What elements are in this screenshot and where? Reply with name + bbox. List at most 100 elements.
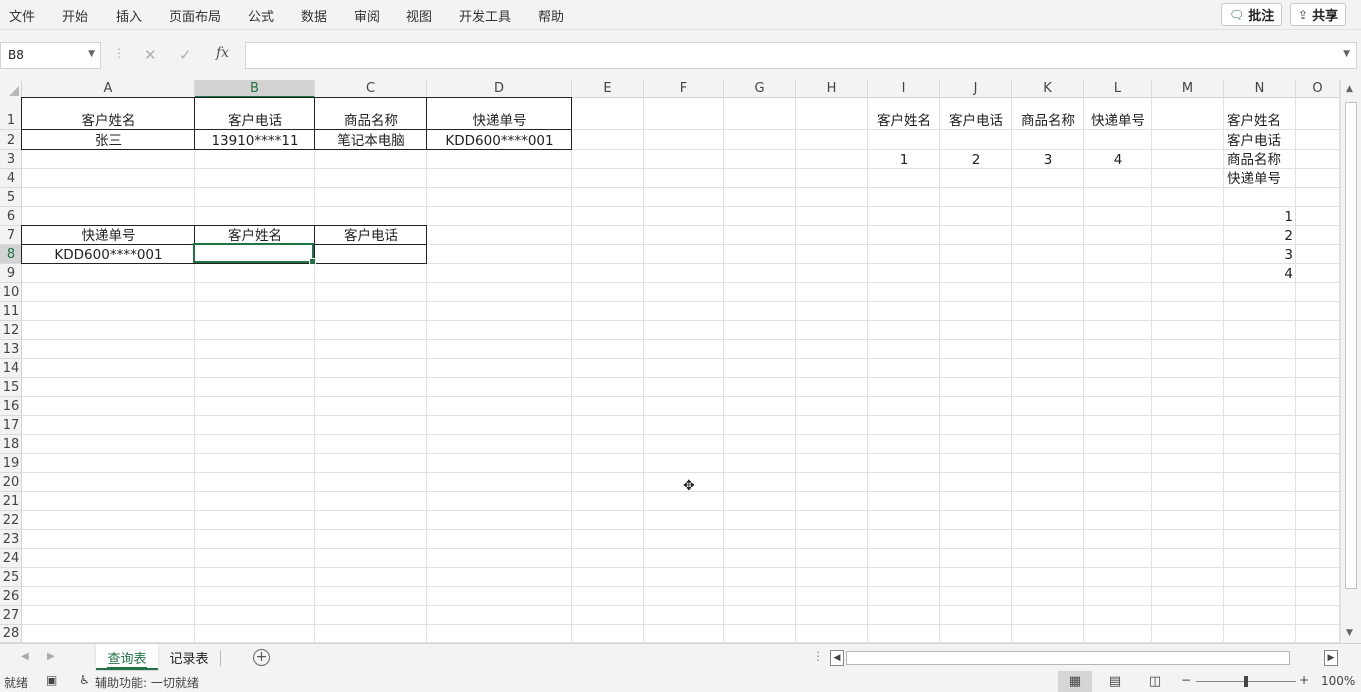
active-cell-selection[interactable] [193, 243, 316, 265]
zoom-out-icon[interactable]: − [1181, 673, 1191, 687]
tab-home[interactable]: 开始 [62, 6, 88, 25]
row-header-26[interactable]: 26 [0, 587, 22, 606]
scroll-left-icon[interactable]: ◀ [830, 650, 844, 666]
column-header-o[interactable]: O [1296, 80, 1340, 98]
cell-n8[interactable]: 3 [1224, 245, 1296, 264]
normal-view-icon[interactable]: ▦ [1058, 671, 1092, 692]
expand-formula-icon[interactable]: ▼ [1343, 49, 1350, 59]
page-layout-view-icon[interactable]: ▤ [1098, 671, 1132, 692]
more-options-icon[interactable]: ⋮ [113, 46, 125, 60]
row-header-25[interactable]: 25 [0, 568, 22, 587]
tab-review[interactable]: 审阅 [354, 6, 380, 25]
column-header-f[interactable]: F [644, 80, 724, 98]
cell-a2[interactable]: 张三 [22, 130, 195, 150]
tab-file[interactable]: 文件 [9, 6, 35, 25]
add-sheet-icon[interactable]: + [253, 649, 270, 666]
cell-a7[interactable]: 快递单号 [22, 226, 195, 245]
splitter-handle-icon[interactable]: ⋮ [812, 649, 824, 663]
sheet-tab-query[interactable]: 查询表 [96, 644, 158, 670]
cell-b1[interactable]: 客户电话 [195, 98, 315, 130]
tab-developer[interactable]: 开发工具 [459, 6, 511, 25]
column-header-c[interactable]: C [315, 80, 427, 98]
cell-i1[interactable]: 客户姓名 [868, 98, 940, 130]
cell-c2[interactable]: 笔记本电脑 [315, 130, 427, 150]
chevron-down-icon[interactable]: ▼ [88, 49, 95, 59]
column-header-j[interactable]: J [940, 80, 1012, 98]
column-header-k[interactable]: K [1012, 80, 1084, 98]
column-header-g[interactable]: G [724, 80, 796, 98]
column-header-d[interactable]: D [427, 80, 572, 98]
prev-sheet-icon[interactable]: ◀ [21, 651, 29, 662]
row-header-4[interactable]: 4 [0, 169, 22, 188]
cell-n9[interactable]: 4 [1224, 264, 1296, 283]
row-header-20[interactable]: 20 [0, 473, 22, 492]
tab-formulas[interactable]: 公式 [248, 6, 274, 25]
cell-n4[interactable]: 快递单号 [1224, 169, 1296, 188]
row-header-1[interactable]: 1 [0, 98, 22, 130]
select-all-button[interactable] [0, 80, 22, 98]
cell-l3[interactable]: 4 [1084, 150, 1152, 169]
cell-l1[interactable]: 快递单号 [1084, 98, 1152, 130]
cell-a8[interactable]: KDD600****001 [22, 245, 195, 264]
formula-input[interactable]: ▼ [245, 42, 1357, 69]
cell-n6[interactable]: 1 [1224, 207, 1296, 226]
column-header-i[interactable]: I [868, 80, 940, 98]
row-header-8[interactable]: 8 [0, 245, 22, 264]
cell-j3[interactable]: 2 [940, 150, 1012, 169]
row-header-19[interactable]: 19 [0, 454, 22, 473]
row-header-12[interactable]: 12 [0, 321, 22, 340]
row-header-24[interactable]: 24 [0, 549, 22, 568]
column-header-n[interactable]: N [1224, 80, 1296, 98]
cell-n7[interactable]: 2 [1224, 226, 1296, 245]
row-header-21[interactable]: 21 [0, 492, 22, 511]
cell-n2[interactable]: 客户电话 [1224, 130, 1296, 150]
tab-help[interactable]: 帮助 [538, 6, 564, 25]
horizontal-scrollbar[interactable]: ◀ ▶ [830, 650, 1340, 666]
tab-insert[interactable]: 插入 [116, 6, 142, 25]
comments-button[interactable]: 🗨 批注 [1221, 3, 1283, 26]
cell-area[interactable]: 客户姓名 客户电话 商品名称 快递单号 张三 13910****11 笔记本电脑 KDD600… [21, 97, 1340, 643]
row-header-6[interactable]: 6 [0, 207, 22, 226]
row-header-7[interactable]: 7 [0, 226, 22, 245]
row-header-9[interactable]: 9 [0, 264, 22, 283]
vertical-scrollbar[interactable]: ▲ ▼ [1340, 80, 1361, 643]
row-header-5[interactable]: 5 [0, 188, 22, 207]
horizontal-scroll-thumb[interactable] [846, 651, 1290, 665]
row-header-23[interactable]: 23 [0, 530, 22, 549]
cell-b2[interactable]: 13910****11 [195, 130, 315, 150]
cell-k3[interactable]: 3 [1012, 150, 1084, 169]
zoom-level[interactable]: 100% [1321, 674, 1355, 688]
cell-d2[interactable]: KDD600****001 [427, 130, 572, 150]
scroll-up-icon[interactable]: ▲ [1346, 84, 1353, 94]
cell-n1[interactable]: 客户姓名 [1224, 98, 1296, 130]
row-header-10[interactable]: 10 [0, 283, 22, 302]
next-sheet-icon[interactable]: ▶ [47, 651, 55, 662]
accessibility-icon[interactable]: ♿ [79, 673, 90, 687]
row-header-28[interactable]: 28 [0, 625, 22, 643]
cell-d1[interactable]: 快递单号 [427, 98, 572, 130]
row-header-27[interactable]: 27 [0, 606, 22, 625]
spreadsheet-grid[interactable]: ABCDEFGHIJKLMNO 1 2 3 4 5 6 7 8 9 10 11 12 13 14 15 16 1… [0, 80, 1340, 643]
row-header-18[interactable]: 18 [0, 435, 22, 454]
page-break-view-icon[interactable]: ◫ [1138, 671, 1172, 692]
sheet-tab-records[interactable]: 记录表 [160, 644, 218, 670]
cell-c7[interactable]: 客户电话 [315, 226, 427, 245]
cell-j1[interactable]: 客户电话 [940, 98, 1012, 130]
share-button[interactable]: ⇪ 共享 [1290, 3, 1347, 26]
vertical-scroll-thumb[interactable] [1345, 102, 1357, 589]
accessibility-status[interactable]: 辅助功能: 一切就绪 [95, 674, 199, 691]
row-header-22[interactable]: 22 [0, 511, 22, 530]
tab-view[interactable]: 视图 [406, 6, 432, 25]
column-header-h[interactable]: H [796, 80, 868, 98]
cell-i3[interactable]: 1 [868, 150, 940, 169]
row-header-17[interactable]: 17 [0, 416, 22, 435]
cell-c1[interactable]: 商品名称 [315, 98, 427, 130]
macro-record-icon[interactable]: ▣ [46, 673, 57, 687]
cell-k1[interactable]: 商品名称 [1012, 98, 1084, 130]
row-header-16[interactable]: 16 [0, 397, 22, 416]
row-header-15[interactable]: 15 [0, 378, 22, 397]
zoom-slider[interactable] [1196, 676, 1296, 687]
tab-data[interactable]: 数据 [301, 6, 327, 25]
zoom-in-icon[interactable]: + [1299, 673, 1309, 687]
row-header-13[interactable]: 13 [0, 340, 22, 359]
